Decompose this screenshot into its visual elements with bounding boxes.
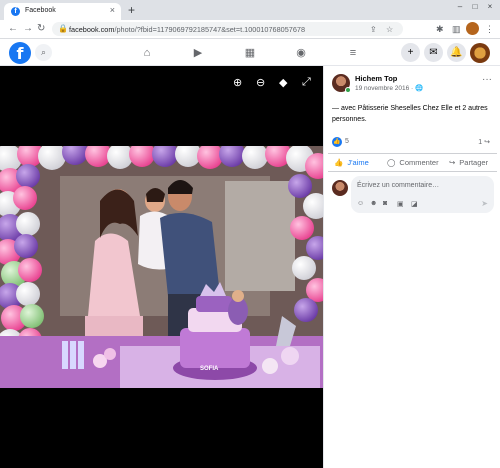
facebook-logo-icon[interactable]: f (9, 42, 31, 64)
author-name[interactable]: Hichem Top (355, 74, 397, 83)
bookmark-star-icon[interactable]: ☆ (386, 25, 393, 34)
comment-bubble-icon: ◯ (387, 158, 396, 167)
facebook-top-nav: f ⌕ ⌂ ▶ ▦ ◉ ≡ + ✉ 🔔 (0, 40, 500, 66)
tab-title: Facebook (25, 7, 56, 14)
address-bar[interactable]: 🔒 facebook.com/photo/?fbid=1179069792185… (52, 22, 403, 36)
extensions-icon[interactable]: ✱ (436, 24, 444, 35)
author-avatar[interactable] (332, 74, 351, 93)
search-icon[interactable]: ⌕ (35, 44, 52, 61)
post-date[interactable]: 19 novembre 2016 · 🌐 (355, 84, 423, 92)
send-icon[interactable]: ➤ (481, 199, 488, 208)
menu-icon[interactable]: ≡ (345, 45, 361, 61)
cake-lettering: SOFIA (200, 366, 219, 372)
like-reaction-icon: 👍 (332, 137, 342, 147)
side-panel-icon[interactable]: ▥ (452, 24, 461, 35)
reload-icon[interactable]: ↻ (37, 23, 45, 34)
marketplace-icon[interactable]: ▦ (242, 45, 258, 61)
new-tab-button[interactable]: + (128, 3, 135, 17)
tag-icon[interactable]: ◆ (279, 76, 287, 89)
thumbs-up-icon: 👍 (334, 158, 344, 167)
watch-video-icon[interactable]: ▶ (190, 45, 206, 61)
window-close-icon[interactable]: × (484, 2, 496, 12)
browser-menu-icon[interactable]: ⋮ (485, 24, 494, 35)
commenter-avatar (332, 180, 348, 196)
forward-icon[interactable]: → (23, 23, 33, 34)
account-avatar[interactable] (470, 43, 490, 63)
groups-icon[interactable]: ◉ (293, 45, 309, 61)
post-details-panel: Hichem Top 19 novembre 2016 · 🌐 ··· — av… (323, 66, 500, 468)
photo-viewer: ⊕ ⊖ ◆ ⤢ SOFIA (0, 66, 323, 468)
online-status-dot (345, 87, 351, 93)
close-tab-icon[interactable]: × (110, 5, 115, 15)
emoji-icon[interactable]: ☻ (370, 200, 377, 207)
more-options-icon[interactable]: ··· (482, 74, 492, 85)
party-photo[interactable]: SOFIA (0, 146, 323, 388)
gif-icon[interactable]: ▣ (397, 200, 404, 208)
sticker-icon[interactable]: ◪ (411, 200, 418, 208)
create-plus-icon[interactable]: + (401, 43, 420, 62)
facebook-favicon-icon: f (11, 7, 20, 16)
audience-globe-icon: 🌐 (414, 85, 424, 92)
comment-input[interactable]: Écrivez un commentaire… ☺ ☻ ◙ ▣ ◪ ➤ (351, 176, 494, 213)
comment-button[interactable]: ◯ Commenter (387, 158, 439, 167)
comment-placeholder: Écrivez un commentaire… (357, 182, 440, 189)
like-count[interactable]: 5 (345, 138, 349, 145)
share-button[interactable]: ↪ Partager (449, 158, 488, 167)
share-page-icon[interactable]: ⇪ (370, 25, 377, 34)
like-button[interactable]: 👍 J'aime (334, 158, 369, 167)
browser-tab[interactable]: f Facebook × (4, 3, 121, 20)
back-icon[interactable]: ← (8, 23, 18, 34)
url-text: facebook.com/photo/?fbid=117906979218574… (69, 25, 306, 34)
share-arrow-icon: ↪ (449, 158, 456, 167)
camera-icon[interactable]: ◙ (383, 200, 387, 207)
avatar-sticker-icon[interactable]: ☺ (357, 200, 364, 207)
notifications-bell-icon[interactable]: 🔔 (447, 43, 466, 62)
share-count[interactable]: 1 ↪ (478, 138, 490, 146)
share-small-icon: ↪ (484, 139, 490, 146)
minimize-icon[interactable]: – (454, 2, 466, 12)
post-caption: — avec Pâtisserie Sheselles Chez Elle et… (332, 105, 488, 123)
lock-icon: 🔒 (58, 24, 68, 33)
maximize-icon[interactable]: □ (469, 2, 481, 12)
browser-toolbar: ← → ↻ 🔒 facebook.com/photo/?fbid=1179069… (0, 20, 500, 39)
fullscreen-icon[interactable]: ⤢ (302, 76, 311, 89)
home-icon[interactable]: ⌂ (139, 45, 155, 61)
zoom-out-icon[interactable]: ⊖ (256, 76, 265, 89)
profile-avatar[interactable] (466, 22, 479, 35)
post-actions-bar: 👍 J'aime ◯ Commenter ↪ Partager (328, 153, 497, 172)
zoom-in-icon[interactable]: ⊕ (233, 76, 242, 89)
browser-tab-bar: f Facebook × + – □ × (0, 0, 500, 20)
messenger-icon[interactable]: ✉ (424, 43, 443, 62)
